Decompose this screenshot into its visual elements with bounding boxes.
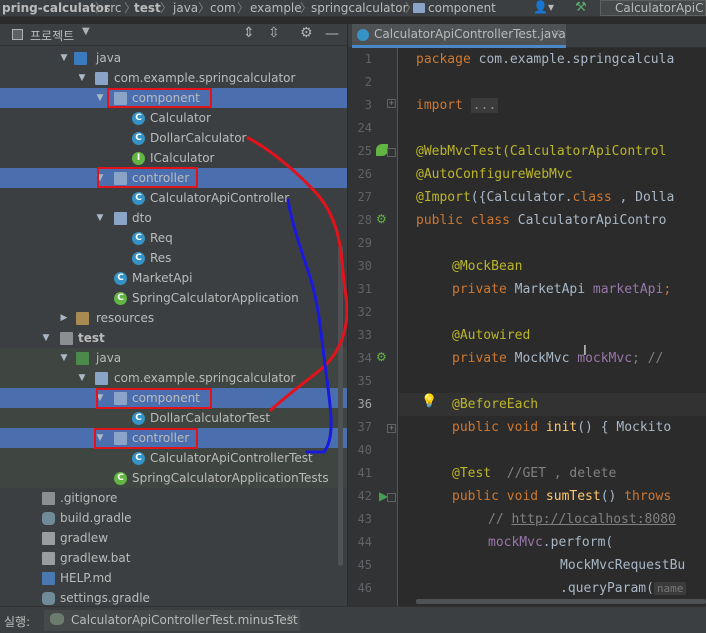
line-number: 35 [357, 374, 372, 388]
line-number: 33 [357, 328, 372, 342]
line-number: 29 [357, 236, 372, 250]
close-icon[interactable]: × [286, 611, 295, 624]
line-number: 32 [357, 305, 372, 319]
run-tool-bar: 실행: CalculatorApiControllerTest.minusTes… [0, 606, 706, 633]
code-line-42: public void sumTest() throws [452, 489, 672, 504]
line-number: 28 [357, 213, 372, 227]
code-line-1: package com.example.springcalcula [416, 52, 675, 67]
line-number: 25 [357, 144, 372, 158]
line-number: 43 [357, 512, 372, 526]
line-number: 37 [357, 420, 372, 434]
test-run-icon [50, 613, 64, 625]
line-number: 34 [357, 351, 372, 365]
run-label: 실행: [4, 615, 31, 629]
line-number: 30 [357, 259, 372, 273]
editor-gutter: 1 2 3 24 25 26 27 28 29 30 31 32 33 34 3… [348, 48, 398, 606]
tab-label: CalculatorApiControllerTest.java [374, 27, 566, 41]
fold-icon[interactable]: + [387, 99, 396, 108]
code-line-25: @WebMvcTest(CalculatorApiControl [416, 144, 667, 159]
line-number: 42 [357, 489, 372, 503]
line-number: 44 [357, 535, 372, 549]
spring-gutter-icon[interactable]: ⚙ [376, 212, 387, 226]
code-line-27: @Import({Calculator.class , Dolla [416, 190, 675, 205]
param-hint: name [653, 582, 687, 595]
code-line-33: @Autowired [452, 328, 531, 343]
code-line-28: public class CalculatorApiContro [416, 213, 667, 228]
fold-icon[interactable]: + [387, 424, 396, 433]
code-line-34: private MockMvc mockMvc; // [452, 351, 672, 366]
line-number: 3 [364, 98, 372, 112]
fold-icon[interactable] [387, 493, 396, 502]
line-number: 24 [357, 121, 372, 135]
line-number: 27 [357, 190, 372, 204]
code-line-3: import ... [416, 98, 499, 113]
line-number: 31 [357, 282, 372, 296]
text-cursor-icon: I [583, 344, 587, 359]
code-line-43: // http://localhost:8080 [488, 512, 676, 527]
code-line-30: @MockBean [452, 259, 523, 274]
code-editor[interactable]: package com.example.springcalcula import… [399, 48, 706, 606]
code-line-37: public void init() { Mockito [452, 420, 672, 435]
code-line-31: private MarketApi marketApi; [452, 282, 672, 297]
horizontal-scrollbar[interactable] [416, 599, 706, 604]
close-icon[interactable]: × [552, 26, 561, 39]
line-number: 40 [357, 443, 372, 457]
run-tab-label: CalculatorApiControllerTest.minusTest [71, 613, 298, 627]
line-number-current: 36 [357, 397, 372, 411]
tab-calculatorapicontrollertest[interactable]: CalculatorApiControllerTest.java × [352, 24, 566, 48]
class-icon [357, 29, 369, 41]
line-number: 26 [357, 167, 372, 181]
fold-icon[interactable] [387, 148, 396, 157]
line-number: 2 [364, 75, 372, 89]
folded-code: ... [470, 98, 499, 113]
line-number: 45 [357, 558, 372, 572]
line-number: 46 [357, 581, 372, 595]
line-number: 41 [357, 466, 372, 480]
line-number: 1 [364, 52, 372, 66]
blue-arrow [286, 198, 333, 454]
red-arrow [246, 136, 349, 412]
code-line-46: .queryParam(name [560, 577, 687, 600]
run-tab[interactable]: CalculatorApiControllerTest.minusTest × [44, 610, 300, 631]
spring-gutter-icon[interactable]: ⚙ [376, 350, 387, 364]
code-line-26: @AutoConfigureWebMvc [416, 167, 573, 182]
lightbulb-icon[interactable]: 💡 [421, 394, 437, 409]
code-line-36: @BeforeEach [399, 393, 706, 416]
code-line-44: mockMvc.perform( [488, 535, 614, 550]
editor-tab-bar: CalculatorApiControllerTest.java × [348, 24, 706, 48]
code-line-41: @Test //GET , delete [452, 466, 617, 481]
code-line-45: MockMvcRequestBu [560, 558, 686, 573]
